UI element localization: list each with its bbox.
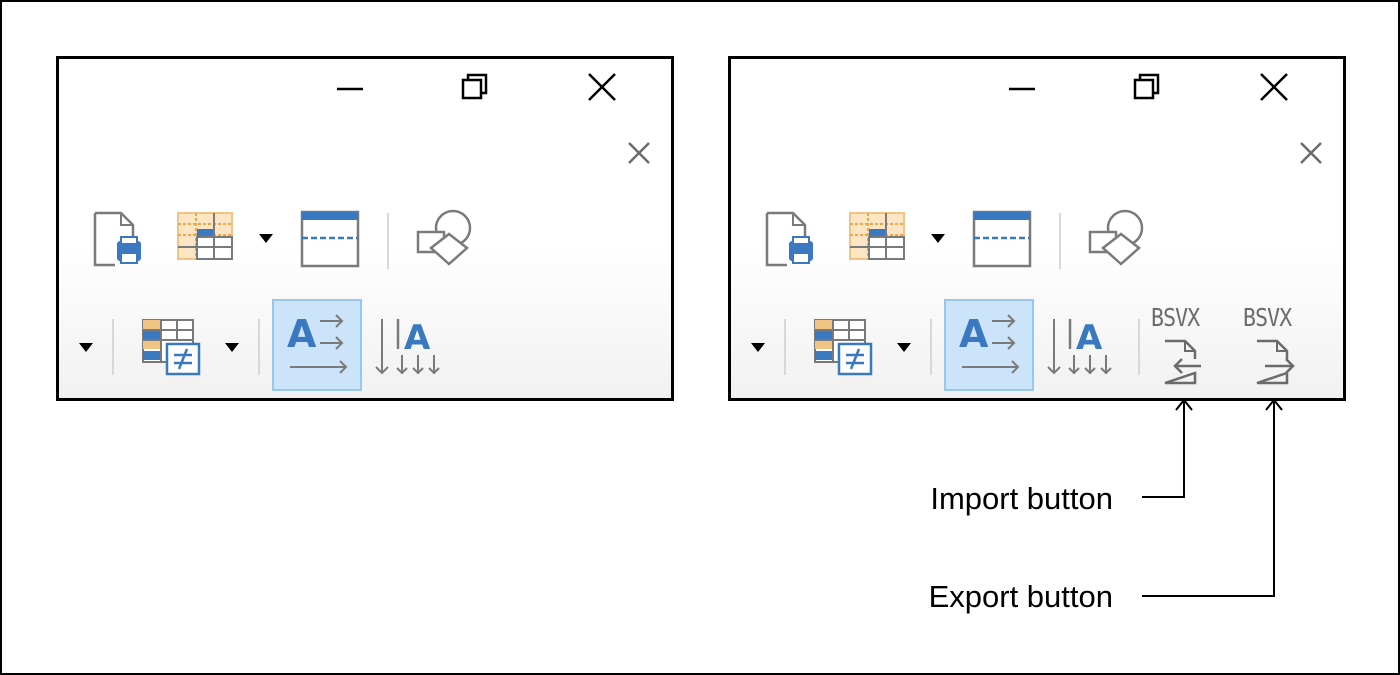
import-callout-label: Import button <box>930 481 1113 516</box>
import-callout-line <box>1142 398 1193 498</box>
export-callout-label: Export button <box>928 579 1113 614</box>
callout-lines <box>1142 398 1283 597</box>
